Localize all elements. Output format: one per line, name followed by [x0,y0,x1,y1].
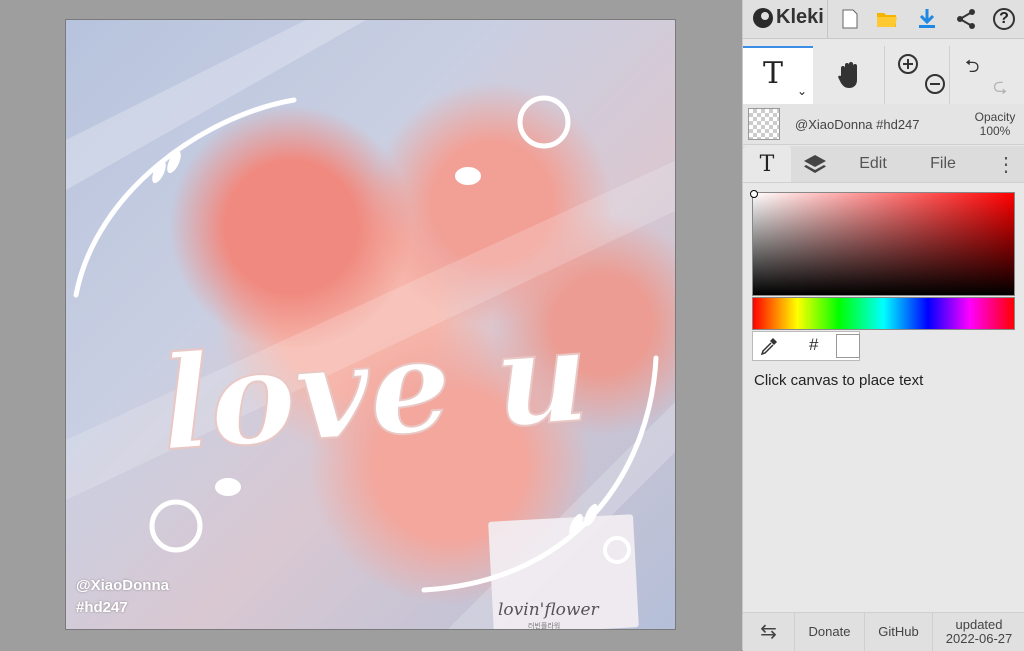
canvas-area[interactable]: love u lovin'flower 러빈플라워 @XiaoDonna #hd… [0,0,742,650]
top-bar: Kleki ? [743,0,1024,39]
kleki-logo-icon [753,7,773,28]
new-image-button[interactable] [837,6,863,32]
artwork-lettering: love u [156,301,593,480]
more-menu-icon[interactable]: ⋮ [991,146,1021,182]
share-icon [957,9,975,29]
side-panel: Kleki ? T ⌄ ⮌ ⮎ @XiaoDonna #hd247 Opacit… [742,0,1024,651]
zoom-out-icon[interactable] [925,74,945,94]
layer-opacity[interactable]: Opacity 100% [973,110,1017,138]
help-icon: ? [993,8,1015,30]
hand-tool-button[interactable] [813,46,885,104]
watermark-line1: @XiaoDonna [76,577,169,594]
footer-bar: ⇆ Donate GitHub updated 2022-06-27 [743,612,1024,651]
text-tool-button[interactable]: T ⌄ [743,46,813,104]
tab-layers[interactable] [791,146,839,182]
opacity-label: Opacity [974,110,1016,124]
layer-thumbnail[interactable] [748,108,780,140]
open-file-button[interactable] [874,6,900,32]
card-sublabel: 러빈플라워 [528,623,561,630]
tab-text-tool[interactable]: T [743,146,791,182]
current-color-swatch[interactable] [836,334,860,358]
zoom-in-icon[interactable] [898,54,918,74]
open-folder-icon [877,13,897,27]
hand-icon [837,62,857,88]
download-button[interactable] [914,6,940,32]
panel-tabs: T Edit File ⋮ [743,146,1024,183]
eyedropper-icon[interactable] [759,336,779,356]
artwork-canvas[interactable]: love u lovin'flower 러빈플라워 @XiaoDonna #hd… [65,19,676,630]
layer-name: @XiaoDonna #hd247 [795,117,920,132]
text-tool-hint: Click canvas to place text [754,372,924,389]
redo-icon[interactable]: ⮎ [993,74,1007,104]
help-button[interactable]: ? [991,6,1017,32]
updated-date: 2022-06-27 [945,631,1013,646]
tool-row: T ⌄ ⮌ ⮎ [743,46,1024,105]
divider [827,0,828,38]
donate-link[interactable]: Donate [795,613,865,651]
opacity-value: 100% [979,124,1011,138]
changelog-link[interactable]: updated 2022-06-27 [933,613,1024,651]
share-button[interactable] [953,6,979,32]
hex-input-button[interactable]: # [809,335,818,355]
card-label: lovin'flower [498,600,599,620]
undo-icon[interactable]: ⮌ [965,54,979,84]
hue-slider[interactable] [752,297,1015,330]
saturation-value-square[interactable] [750,190,1015,296]
layers-icon [804,155,826,173]
tab-edit[interactable]: Edit [843,146,903,182]
github-link[interactable]: GitHub [865,613,933,651]
new-image-icon [842,9,858,29]
download-icon [919,9,935,28]
updated-label: updated [955,617,1003,632]
watermark-line2: #hd247 [76,599,128,616]
artwork-decoration: love u [66,20,675,629]
tab-file[interactable]: File [913,146,973,182]
divider [949,46,950,104]
app-name: Kleki [776,6,824,28]
layer-bar[interactable]: @XiaoDonna #hd247 Opacity 100% [743,104,1024,145]
swap-panel-button[interactable]: ⇆ [743,613,795,651]
kleki-logo[interactable]: Kleki [753,6,824,29]
text-tool-icon: T [763,56,784,91]
sv-cursor[interactable] [750,190,758,198]
chevron-down-icon[interactable]: ⌄ [797,84,807,98]
